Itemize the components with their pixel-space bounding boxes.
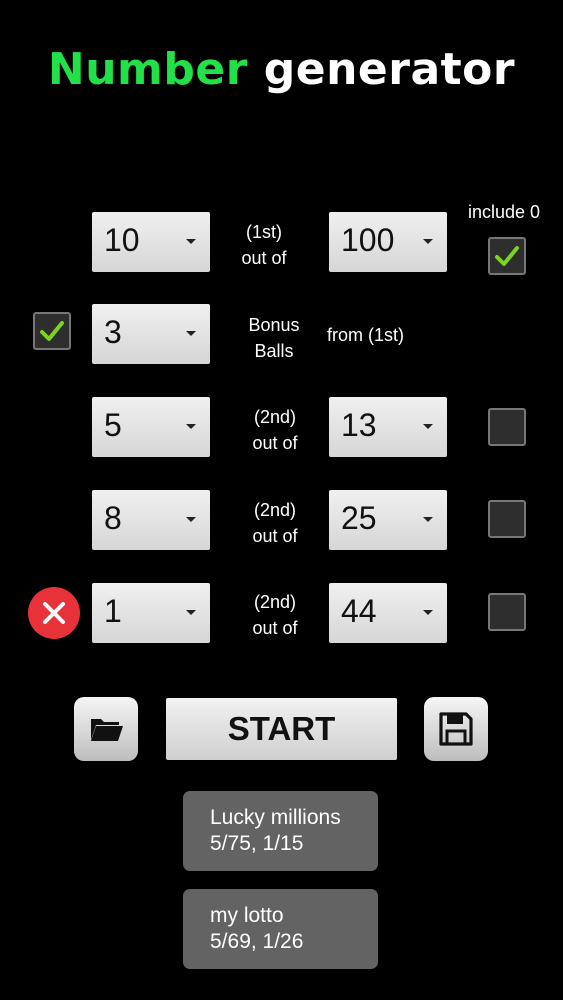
save-button[interactable]	[424, 697, 488, 761]
max-value: 44	[341, 593, 377, 629]
title-word-number: Number	[47, 44, 248, 95]
dropdown-arrow-icon	[186, 331, 196, 336]
title-word-generator: generator	[263, 44, 516, 95]
dropdown-arrow-icon	[423, 424, 433, 429]
include-zero-checkbox-row5[interactable]	[488, 593, 526, 631]
count-value: 5	[104, 407, 122, 443]
remove-row-button[interactable]	[28, 587, 80, 639]
count-value: 1	[104, 593, 122, 629]
count-dropdown-row5[interactable]: 1	[92, 583, 210, 643]
preset-item[interactable]: my lotto 5/69, 1/26	[183, 889, 378, 969]
count-value: 10	[104, 222, 140, 258]
preset-item[interactable]: Lucky millions 5/75, 1/15	[183, 791, 378, 871]
connector-label-row5: (2nd) out of	[252, 592, 298, 638]
dropdown-arrow-icon	[423, 610, 433, 615]
dropdown-arrow-icon	[186, 424, 196, 429]
preset-name: my lotto	[210, 904, 284, 927]
preset-name: Lucky millions	[210, 806, 341, 829]
bonus-balls-label: Bonus Balls	[248, 315, 300, 361]
bonus-source-label: from (1st)	[327, 325, 405, 345]
page-title: Number generator	[0, 44, 563, 95]
preset-config: 5/75, 1/15	[210, 832, 304, 855]
checkmark-icon	[495, 246, 519, 266]
include-zero-checkbox-row1[interactable]	[488, 237, 526, 275]
max-dropdown-row1[interactable]: 100	[329, 212, 447, 272]
bonus-count-dropdown[interactable]: 3	[92, 304, 210, 364]
max-value: 100	[341, 222, 395, 258]
count-dropdown-row4[interactable]: 8	[92, 490, 210, 550]
folder-icon	[91, 719, 123, 741]
start-button[interactable]: START	[166, 698, 397, 760]
connector-label-row1: (1st) out of	[241, 222, 287, 268]
open-button[interactable]	[74, 697, 138, 761]
count-value: 3	[104, 314, 122, 350]
max-value: 25	[341, 500, 377, 536]
connector-label-row4: (2nd) out of	[252, 500, 298, 546]
bonus-balls-checkbox[interactable]	[33, 312, 71, 350]
dropdown-arrow-icon	[186, 239, 196, 244]
max-dropdown-row5[interactable]: 44	[329, 583, 447, 643]
dropdown-arrow-icon	[186, 610, 196, 615]
max-dropdown-row4[interactable]: 25	[329, 490, 447, 550]
count-dropdown-row1[interactable]: 10	[92, 212, 210, 272]
count-dropdown-row3[interactable]: 5	[92, 397, 210, 457]
max-dropdown-row3[interactable]: 13	[329, 397, 447, 457]
dropdown-arrow-icon	[423, 239, 433, 244]
connector-label-row3: (2nd) out of	[252, 407, 298, 453]
dropdown-arrow-icon	[423, 517, 433, 522]
max-value: 13	[341, 407, 377, 443]
include-zero-checkbox-row4[interactable]	[488, 500, 526, 538]
include-zero-checkbox-row3[interactable]	[488, 408, 526, 446]
checkmark-icon	[40, 321, 64, 341]
dropdown-arrow-icon	[186, 517, 196, 522]
save-icon	[439, 712, 473, 746]
include-zero-label: include 0	[468, 202, 541, 222]
preset-config: 5/69, 1/26	[210, 930, 304, 953]
count-value: 8	[104, 500, 122, 536]
close-icon	[43, 602, 65, 624]
